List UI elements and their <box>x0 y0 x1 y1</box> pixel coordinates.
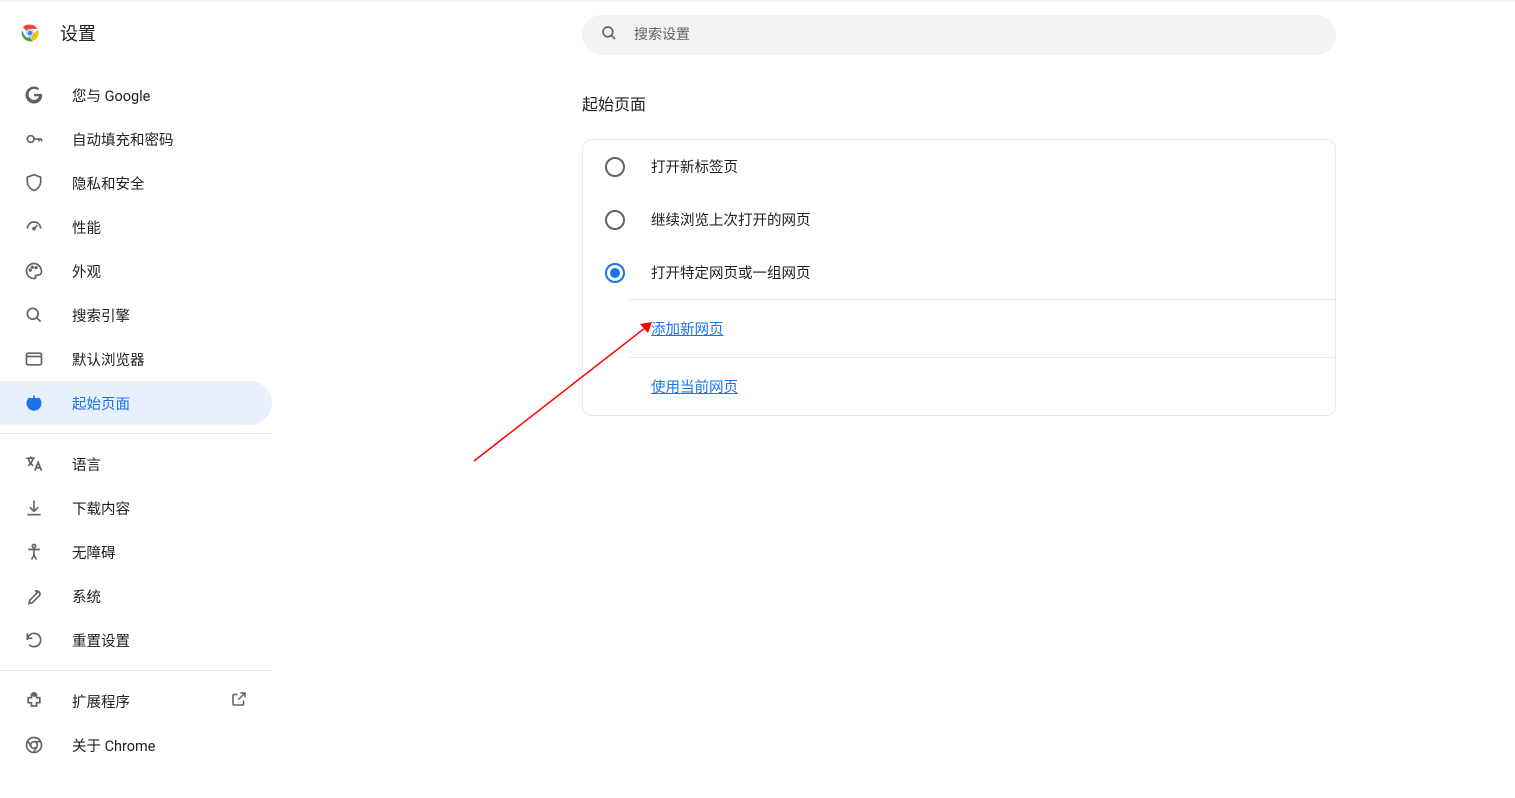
sidebar-item-about[interactable]: 关于 Chrome <box>0 723 272 767</box>
use-current-link[interactable]: 使用当前网页 <box>651 379 738 396</box>
reset-icon <box>24 630 44 650</box>
sidebar-item-appearance[interactable]: 外观 <box>0 249 272 293</box>
radio-specific-pages[interactable]: 打开特定网页或一组网页 <box>583 246 1335 299</box>
radio-icon <box>605 157 625 177</box>
nav-divider <box>0 670 272 671</box>
sidebar-item-label: 重置设置 <box>72 630 272 651</box>
search-container <box>582 15 1336 55</box>
startup-card: 打开新标签页 继续浏览上次打开的网页 打开特定网页或一组网页 添加新网页 使用当… <box>582 139 1336 416</box>
accessibility-icon <box>24 542 44 562</box>
sidebar-item-accessibility[interactable]: 无障碍 <box>0 530 272 574</box>
google-icon <box>24 85 44 105</box>
sidebar-item-privacy[interactable]: 隐私和安全 <box>0 161 272 205</box>
sidebar-item-performance[interactable]: 性能 <box>0 205 272 249</box>
header-left: 设置 <box>0 20 96 46</box>
use-current-row[interactable]: 使用当前网页 <box>629 357 1335 415</box>
add-page-row[interactable]: 添加新网页 <box>629 299 1335 357</box>
translate-icon <box>24 454 44 474</box>
sidebar-item-label: 外观 <box>72 261 272 282</box>
search-icon <box>600 24 618 46</box>
sidebar-item-languages[interactable]: 语言 <box>0 442 272 486</box>
speed-icon <box>24 217 44 237</box>
sidebar-item-label: 无障碍 <box>72 542 272 563</box>
external-link-icon <box>230 690 248 712</box>
sidebar-item-label: 您与 Google <box>72 85 272 106</box>
radio-label: 打开新标签页 <box>651 156 738 177</box>
extension-icon <box>24 691 44 711</box>
radio-label: 打开特定网页或一组网页 <box>651 262 811 283</box>
nav-divider <box>0 433 272 434</box>
chrome-icon <box>24 735 44 755</box>
search-input[interactable] <box>634 27 1318 43</box>
radio-icon <box>605 210 625 230</box>
header: 设置 <box>0 1 1515 65</box>
sidebar-item-label: 起始页面 <box>72 393 272 414</box>
chrome-logo-icon <box>20 23 40 43</box>
sidebar-item-reset[interactable]: 重置设置 <box>0 618 272 662</box>
radio-continue[interactable]: 继续浏览上次打开的网页 <box>583 193 1335 246</box>
sidebar-item-label: 搜索引擎 <box>72 305 272 326</box>
radio-icon-checked <box>605 263 625 283</box>
page-title: 设置 <box>60 20 96 46</box>
radio-label: 继续浏览上次打开的网页 <box>651 209 811 230</box>
power-icon <box>24 393 44 413</box>
download-icon <box>24 498 44 518</box>
sidebar: 您与 Google 自动填充和密码 隐私和安全 性能 外观 搜索引擎 <box>0 73 272 767</box>
sidebar-item-label: 语言 <box>72 454 272 475</box>
sidebar-item-label: 系统 <box>72 586 272 607</box>
search-box[interactable] <box>582 15 1336 55</box>
sidebar-item-system[interactable]: 系统 <box>0 574 272 618</box>
browser-icon <box>24 349 44 369</box>
sidebar-item-label: 隐私和安全 <box>72 173 272 194</box>
sidebar-item-label: 扩展程序 <box>72 691 202 712</box>
palette-icon <box>24 261 44 281</box>
shield-icon <box>24 173 44 193</box>
main-content: 起始页面 打开新标签页 继续浏览上次打开的网页 打开特定网页或一组网页 添加新网… <box>582 91 1336 416</box>
sidebar-item-downloads[interactable]: 下载内容 <box>0 486 272 530</box>
sidebar-item-label: 下载内容 <box>72 498 272 519</box>
sidebar-item-label: 自动填充和密码 <box>72 129 272 150</box>
sidebar-item-default-browser[interactable]: 默认浏览器 <box>0 337 272 381</box>
search-icon <box>24 305 44 325</box>
sidebar-item-label: 关于 Chrome <box>72 735 272 756</box>
radio-open-new-tab[interactable]: 打开新标签页 <box>583 140 1335 193</box>
sidebar-item-search-engine[interactable]: 搜索引擎 <box>0 293 272 337</box>
add-page-link[interactable]: 添加新网页 <box>651 321 724 338</box>
sidebar-item-on-startup[interactable]: 起始页面 <box>0 381 272 425</box>
key-icon <box>24 129 44 149</box>
sidebar-item-you-and-google[interactable]: 您与 Google <box>0 73 272 117</box>
sidebar-item-autofill[interactable]: 自动填充和密码 <box>0 117 272 161</box>
sidebar-item-label: 默认浏览器 <box>72 349 272 370</box>
sidebar-item-label: 性能 <box>72 217 272 238</box>
wrench-icon <box>24 586 44 606</box>
sidebar-item-extensions[interactable]: 扩展程序 <box>0 679 272 723</box>
section-title: 起始页面 <box>582 91 1336 115</box>
